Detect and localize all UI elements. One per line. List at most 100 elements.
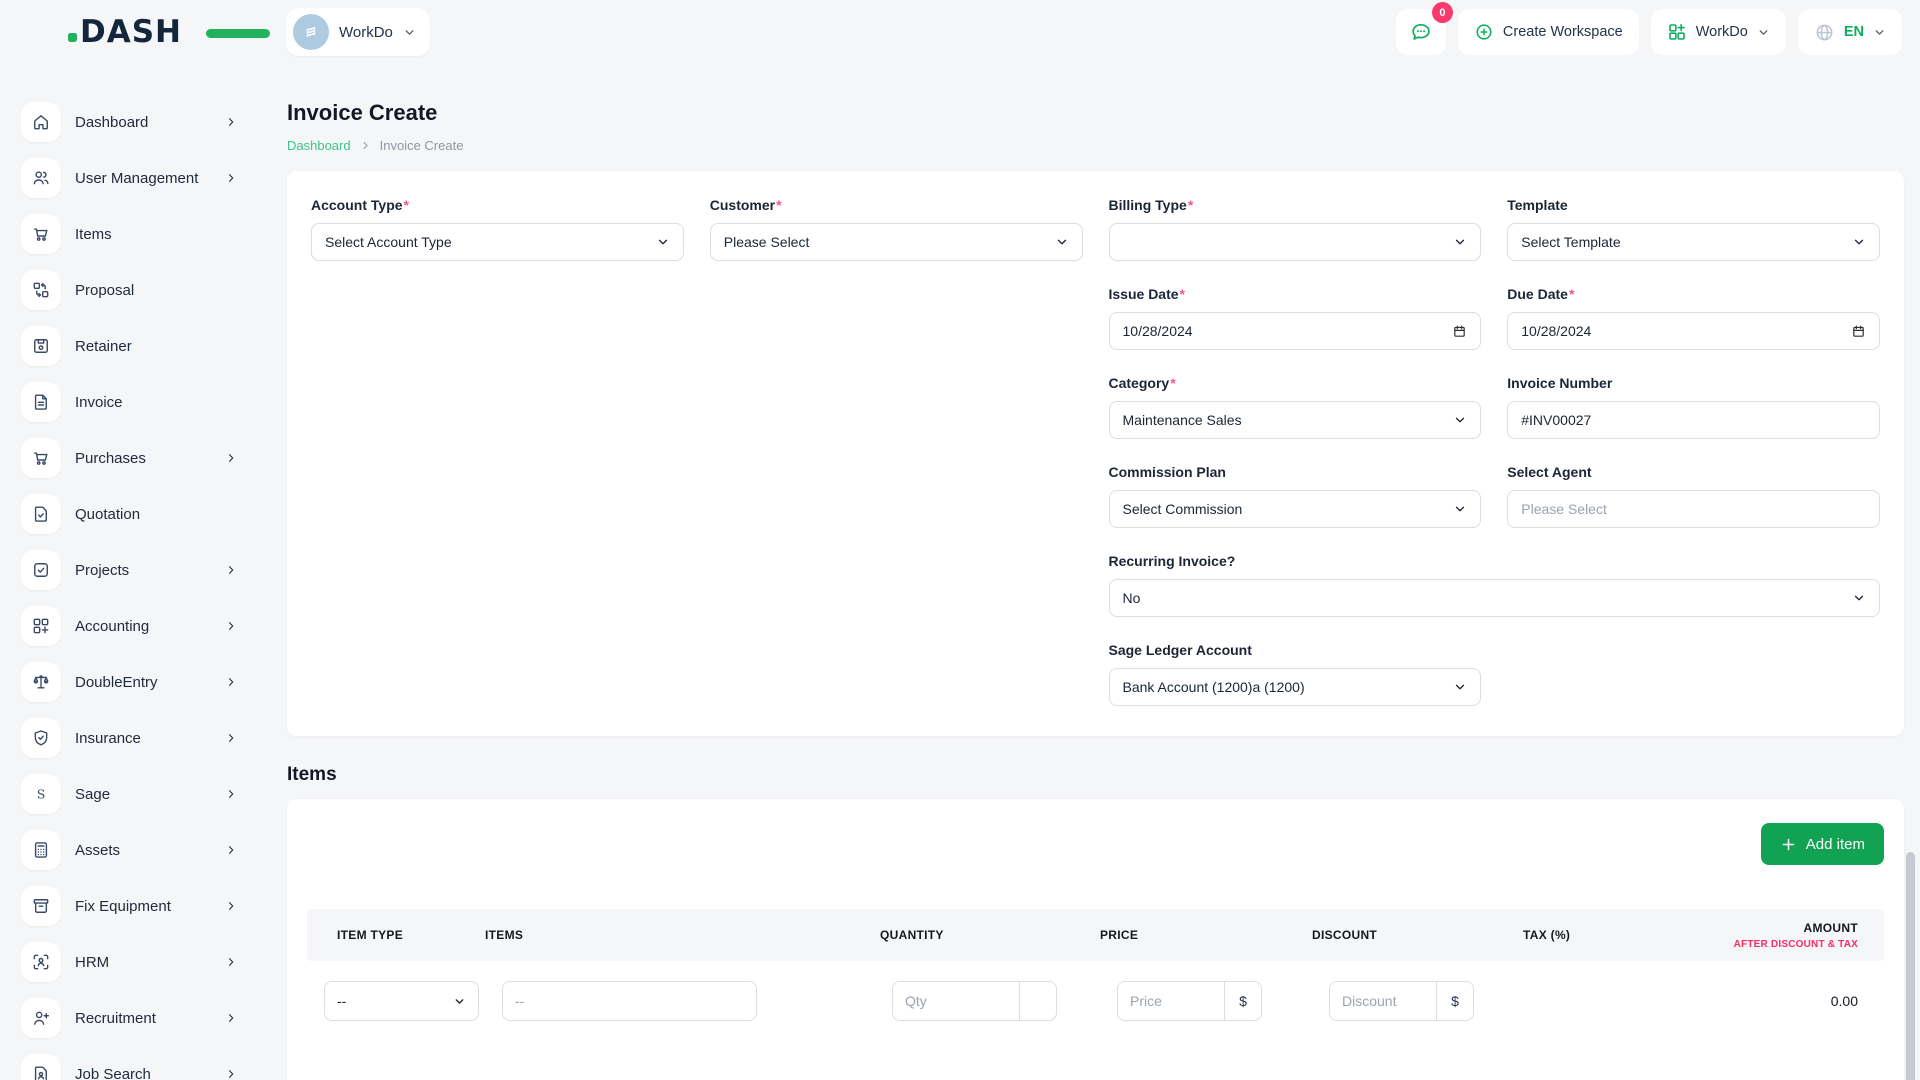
chevron-right-icon [224, 955, 238, 969]
shield-check-icon [21, 718, 61, 758]
sidebar-item-fix-equipment[interactable]: Fix Equipment [21, 886, 244, 926]
calculator-icon [21, 830, 61, 870]
check-square-icon [21, 550, 61, 590]
topbar: DASH WorkDo 0 Create Workspace WorkDo EN [0, 0, 1920, 64]
scales-icon [21, 662, 61, 702]
file-user-icon [21, 1054, 61, 1080]
commission-plan-label: Commission Plan [1109, 464, 1226, 480]
select-agent-label: Select Agent [1507, 464, 1591, 480]
breadcrumb-dashboard-link[interactable]: Dashboard [287, 138, 351, 153]
chevron-right-icon [224, 171, 238, 185]
required-mark: * [404, 197, 409, 213]
sidebar-item-assets[interactable]: Assets [21, 830, 244, 870]
quantity-input[interactable] [893, 982, 1019, 1020]
sidebar-item-job-search[interactable]: Job Search [21, 1054, 244, 1080]
chevron-right-icon [224, 1011, 238, 1025]
field-due-date: Due Date* 10/28/2024 [1507, 286, 1880, 350]
language-selector[interactable]: EN [1798, 9, 1902, 55]
app-menu-button[interactable]: WorkDo [1651, 9, 1786, 55]
building-avatar-icon [293, 14, 329, 50]
save-disk-icon [21, 326, 61, 366]
required-mark: * [776, 197, 781, 213]
sidebar-item-invoice[interactable]: Invoice [21, 382, 244, 422]
topbar-actions: 0 Create Workspace WorkDo EN [1396, 9, 1902, 55]
sidebar-item-accounting[interactable]: Accounting [21, 606, 244, 646]
sage-ledger-select[interactable]: Bank Account (1200)a (1200) [1109, 668, 1482, 706]
field-recurring-invoice: Recurring Invoice? No [1109, 553, 1881, 617]
user-plus-icon [21, 998, 61, 1038]
quantity-spinner[interactable] [1019, 982, 1056, 1020]
add-item-button[interactable]: Add item [1761, 823, 1884, 865]
sidebar-item-doubleentry[interactable]: DoubleEntry [21, 662, 244, 702]
customer-label: Customer [710, 197, 775, 213]
chevron-down-icon [1453, 235, 1467, 249]
chevron-right-icon [224, 675, 238, 689]
category-label: Category [1109, 375, 1170, 391]
issue-date-input[interactable]: 10/28/2024 [1109, 312, 1482, 350]
archive-box-icon [21, 886, 61, 926]
field-commission-plan: Commission Plan Select Commission [1109, 464, 1482, 528]
row-amount-value: 0.00 [1690, 981, 1858, 1021]
chevron-down-icon [1757, 26, 1770, 39]
items-select-input[interactable] [502, 981, 757, 1021]
sidebar-item-items[interactable]: Items [21, 214, 244, 254]
page-title: Invoice Create [287, 100, 1904, 126]
create-workspace-button[interactable]: Create Workspace [1458, 9, 1639, 55]
item-type-select[interactable]: -- [324, 981, 479, 1021]
col-header-items: ITEMS [485, 928, 875, 942]
sidebar-item-user-management[interactable]: User Management [21, 158, 244, 198]
chevron-right-icon [224, 787, 238, 801]
sidebar-item-hrm[interactable]: HRM [21, 942, 244, 982]
chevron-down-icon [1453, 502, 1467, 516]
template-select[interactable]: Select Template [1507, 223, 1880, 261]
scrollbar-thumb[interactable] [1906, 852, 1915, 1080]
required-mark: * [1170, 375, 1175, 391]
price-input[interactable] [1118, 982, 1224, 1020]
file-check-icon [21, 494, 61, 534]
account-type-label: Account Type [311, 197, 403, 213]
sidebar-item-retainer[interactable]: Retainer [21, 326, 244, 366]
invoice-number-input[interactable] [1521, 412, 1866, 428]
select-agent-input-wrap [1507, 490, 1880, 528]
customer-select[interactable]: Please Select [710, 223, 1083, 261]
items-section-heading: Items [287, 764, 1904, 786]
messages-button[interactable]: 0 [1396, 9, 1446, 55]
select-agent-input[interactable] [1521, 501, 1866, 517]
quantity-input-group [892, 981, 1057, 1021]
calendar-icon[interactable] [1851, 324, 1866, 339]
file-text-icon [21, 382, 61, 422]
chevron-right-icon [224, 899, 238, 913]
brand-logo: DASH [80, 12, 230, 52]
sidebar-item-insurance[interactable]: Insurance [21, 718, 244, 758]
sidebar-item-recruitment[interactable]: Recruitment [21, 998, 244, 1038]
recurring-invoice-select[interactable]: No [1109, 579, 1881, 617]
billing-type-select[interactable] [1109, 223, 1482, 261]
col-header-discount: DISCOUNT [1312, 928, 1523, 942]
workspace-selector[interactable]: WorkDo [286, 8, 430, 56]
home-icon [21, 102, 61, 142]
sidebar-item-sage[interactable]: S Sage [21, 774, 244, 814]
col-header-amount: AMOUNT AFTER DISCOUNT & TAX [1673, 921, 1884, 950]
sidebar-item-purchases[interactable]: Purchases [21, 438, 244, 478]
sidebar-item-projects[interactable]: Projects [21, 550, 244, 590]
chevron-down-icon [1453, 413, 1467, 427]
field-customer: Customer* Please Select [710, 197, 1083, 261]
discount-currency-suffix: $ [1436, 982, 1473, 1020]
discount-input-group: $ [1329, 981, 1474, 1021]
sidebar-item-quotation[interactable]: Quotation [21, 494, 244, 534]
sidebar-item-dashboard[interactable]: Dashboard [21, 102, 244, 142]
category-select[interactable]: Maintenance Sales [1109, 401, 1482, 439]
due-date-input[interactable]: 10/28/2024 [1507, 312, 1880, 350]
issue-date-label: Issue Date [1109, 286, 1179, 302]
messages-badge: 0 [1432, 2, 1453, 23]
add-item-row: Add item [307, 823, 1884, 865]
sidebar-item-proposal[interactable]: Proposal [21, 270, 244, 310]
account-type-select[interactable]: Select Account Type [311, 223, 684, 261]
chevron-right-icon [224, 563, 238, 577]
discount-input[interactable] [1330, 982, 1436, 1020]
required-mark: * [1569, 286, 1574, 302]
commission-plan-select[interactable]: Select Commission [1109, 490, 1482, 528]
plus-icon [1780, 836, 1797, 853]
chevron-right-icon [224, 451, 238, 465]
calendar-icon[interactable] [1452, 324, 1467, 339]
